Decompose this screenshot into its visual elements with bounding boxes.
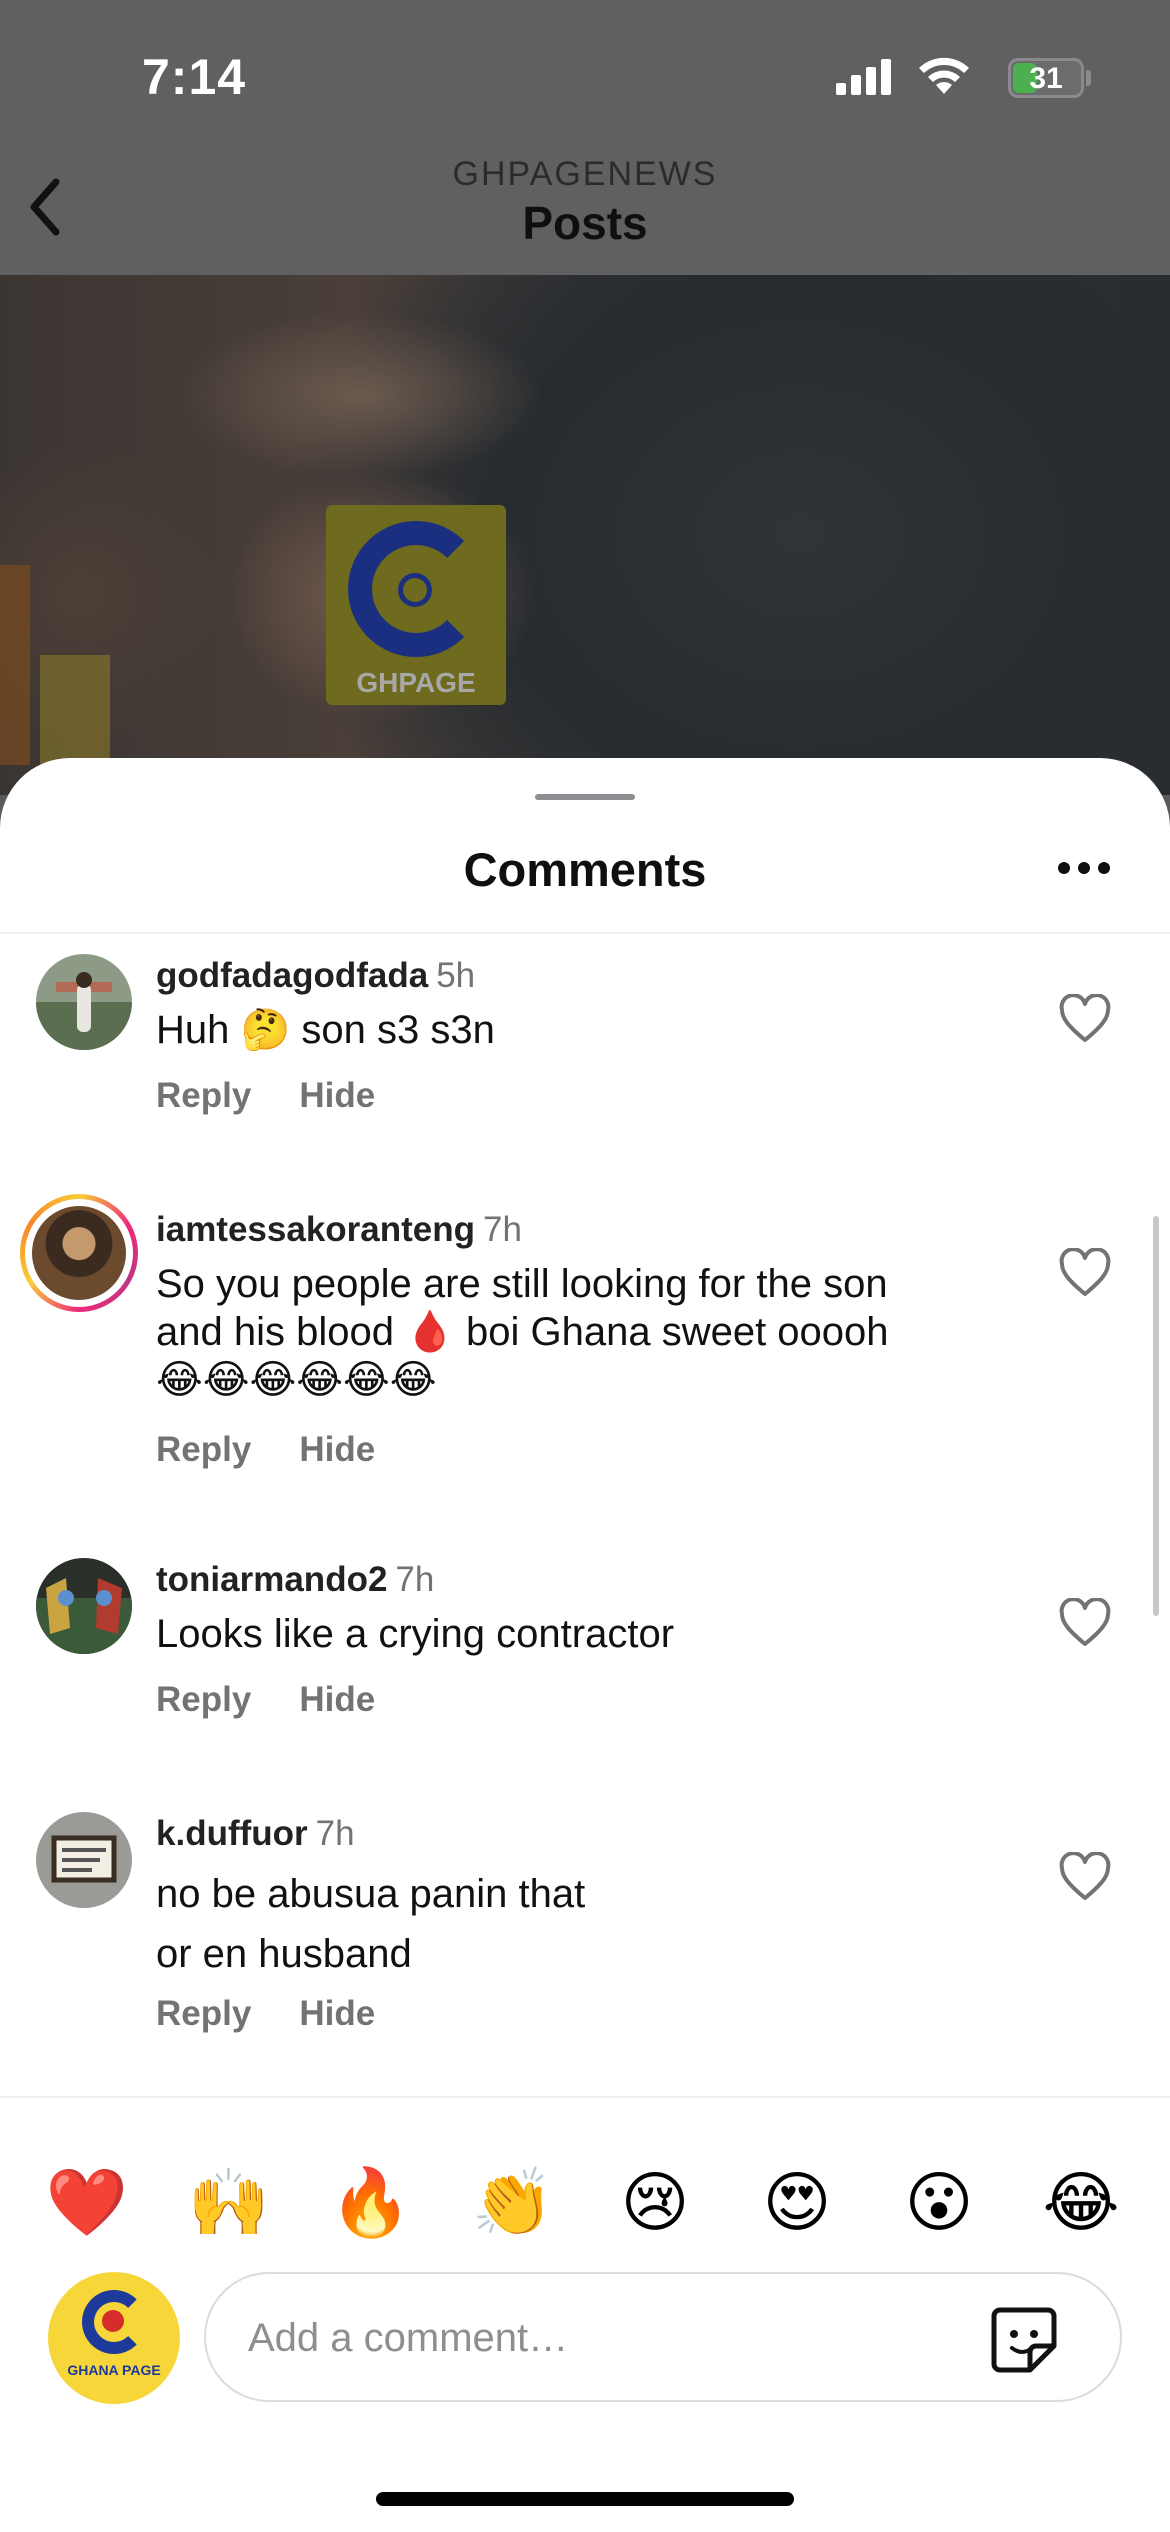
sheet-grabber-handle[interactable] xyxy=(535,794,635,800)
header-account-name: GHPAGENEWS xyxy=(452,155,718,193)
comment-time: 7h xyxy=(395,1560,435,1599)
battery-level: 31 xyxy=(1029,62,1063,95)
reply-button[interactable]: Reply xyxy=(156,1680,251,1719)
comment-text: Huh 🤔 son s3 s3n xyxy=(156,1008,495,1052)
avatar[interactable] xyxy=(36,954,132,1050)
avatar[interactable] xyxy=(36,1558,132,1654)
reaction-raised-hands[interactable]: 🙌 xyxy=(184,2158,274,2248)
comment-time: 7h xyxy=(483,1210,522,1249)
comment-actions: Reply Hide xyxy=(156,1076,423,1116)
wifi-icon xyxy=(919,57,969,94)
scrollbar[interactable] xyxy=(1153,1216,1159,1616)
like-heart-icon[interactable] xyxy=(1058,994,1112,1044)
current-user-avatar: GHANA PAGE xyxy=(48,2272,180,2404)
comment-time: 5h xyxy=(436,956,476,995)
avatar xyxy=(32,1206,126,1300)
reaction-fire[interactable]: 🔥 xyxy=(326,2158,416,2248)
reaction-crying[interactable]: 😢 xyxy=(610,2158,700,2248)
watermark-label: GHPAGE xyxy=(356,667,476,698)
reaction-heart[interactable]: ❤️ xyxy=(42,2158,132,2248)
quick-reaction-bar: ❤️ 🙌 🔥 👏 😢 😍 😮 😂 xyxy=(0,2158,1170,2248)
like-heart-icon[interactable] xyxy=(1058,1248,1112,1298)
home-indicator[interactable] xyxy=(376,2492,794,2506)
page-title: Posts xyxy=(522,197,648,249)
like-heart-icon[interactable] xyxy=(1058,1598,1112,1648)
avatar[interactable] xyxy=(36,1812,132,1908)
comment-meta: iamtessakoranteng 7h xyxy=(156,1208,522,1252)
more-options-icon[interactable] xyxy=(1058,862,1110,876)
comment-input[interactable] xyxy=(246,2304,970,2372)
reaction-surprised[interactable]: 😮 xyxy=(894,2158,984,2248)
comment-meta: godfadagodfada 5h xyxy=(156,954,475,998)
dimmed-post-background[interactable]: 7:14 31 GHPAGENEWS Posts GHPAGE xyxy=(0,0,1170,795)
hide-button[interactable]: Hide xyxy=(299,1430,375,1469)
battery-icon: 31 xyxy=(1008,58,1084,98)
reply-button[interactable]: Reply xyxy=(156,1076,251,1115)
avatar-story-ring[interactable] xyxy=(20,1194,138,1312)
comment-username[interactable]: k.duffuor xyxy=(156,1814,308,1853)
battery-nub xyxy=(1086,70,1091,86)
post-image xyxy=(0,275,1170,795)
comment-input-container[interactable] xyxy=(204,2272,1122,2402)
divider xyxy=(0,2096,1170,2098)
comment-meta: toniarmando2 7h xyxy=(156,1558,434,1602)
divider xyxy=(0,932,1170,934)
comment-actions: Reply Hide xyxy=(156,1994,423,2034)
reaction-heart-eyes[interactable]: 😍 xyxy=(752,2158,842,2248)
comments-sheet: Comments godfadagodfada 5h Huh 🤔 son s3 s… xyxy=(0,758,1170,2532)
comment-actions: Reply Hide xyxy=(156,1680,423,1720)
comment-username[interactable]: godfadagodfada xyxy=(156,956,428,995)
hide-button[interactable]: Hide xyxy=(299,1076,375,1115)
comment-time: 7h xyxy=(315,1814,355,1853)
reply-button[interactable]: Reply xyxy=(156,1994,251,2033)
sheet-title: Comments xyxy=(463,843,707,896)
reaction-laughing[interactable]: 😂 xyxy=(1036,2158,1126,2248)
comment-username[interactable]: toniarmando2 xyxy=(156,1560,387,1599)
like-heart-icon[interactable] xyxy=(1058,1852,1112,1902)
reply-button[interactable]: Reply xyxy=(156,1430,251,1469)
hide-button[interactable]: Hide xyxy=(299,1680,375,1719)
comment-meta: k.duffuor 7h xyxy=(156,1812,355,1856)
status-time: 7:14 xyxy=(142,49,247,105)
ghpage-watermark-logo: GHPAGE xyxy=(326,505,506,705)
sticker-icon[interactable] xyxy=(986,2302,1062,2378)
comment-text: Looks like a crying contractor xyxy=(156,1612,675,1656)
comment-text: So you people are still looking for the … xyxy=(156,1262,889,1402)
cellular-signal-icon xyxy=(836,59,891,95)
avatar-label: GHANA PAGE xyxy=(67,2362,161,2378)
comment-username[interactable]: iamtessakoranteng xyxy=(156,1210,475,1249)
reaction-clap[interactable]: 👏 xyxy=(468,2158,558,2248)
comment-text: no be abusua panin that or en husband xyxy=(156,1872,586,1976)
hide-button[interactable]: Hide xyxy=(299,1994,375,2033)
comment-actions: Reply Hide xyxy=(156,1430,423,1470)
